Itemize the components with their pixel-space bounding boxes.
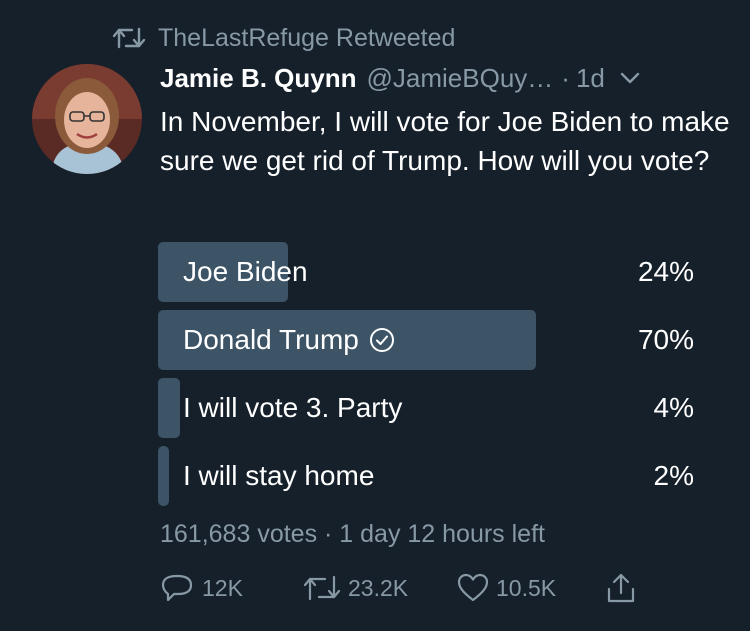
poll: Joe Biden 24% Donald Trump 70% I will vo… — [158, 242, 698, 514]
retweet-context-text: TheLastRefuge Retweeted — [158, 23, 456, 52]
poll-option-text: Donald Trump — [183, 324, 359, 355]
poll-option-text: I will vote 3. Party — [183, 392, 403, 423]
reply-count: 12K — [202, 574, 243, 601]
poll-option-label: Joe Biden — [183, 242, 308, 302]
reply-button[interactable]: 12K — [160, 568, 243, 608]
author-handle[interactable]: @JamieBQuy… — [367, 63, 554, 94]
like-count: 10.5K — [496, 574, 557, 601]
timestamp[interactable]: 1d — [576, 63, 605, 94]
poll-option-text: I will stay home — [183, 460, 375, 491]
poll-meta: 161,683 votes · 1 day 12 hours left — [160, 520, 545, 548]
retweet-count: 23.2K — [348, 574, 409, 601]
poll-option-percent: 4% — [653, 392, 694, 423]
retweet-icon — [112, 25, 146, 51]
poll-option[interactable]: Donald Trump 70% — [158, 310, 698, 370]
check-circle-icon — [369, 327, 395, 353]
share-icon — [607, 573, 635, 603]
retweet-button[interactable]: 23.2K — [302, 568, 408, 608]
poll-option[interactable]: I will vote 3. Party 4% — [158, 378, 698, 438]
heart-icon — [457, 573, 489, 602]
share-button[interactable] — [604, 568, 644, 608]
tweet-text: In November, I will vote for Joe Biden t… — [160, 106, 730, 176]
poll-option-label: I will stay home — [183, 446, 374, 506]
poll-option-label: I will vote 3. Party — [183, 378, 402, 438]
author-name[interactable]: Jamie B. Quynn — [160, 63, 357, 94]
poll-option[interactable]: I will stay home 2% — [158, 446, 698, 506]
poll-bar — [158, 378, 180, 438]
avatar[interactable] — [32, 64, 142, 174]
poll-bar — [158, 446, 169, 506]
poll-option-percent: 24% — [637, 256, 694, 287]
dot-separator: · — [561, 62, 570, 93]
retweet-context[interactable]: TheLastRefuge Retweeted — [112, 20, 455, 56]
poll-option-label: Donald Trump — [183, 310, 395, 370]
poll-option-percent: 70% — [637, 324, 694, 355]
poll-option-text: Joe Biden — [183, 256, 308, 287]
tweet-actions: 12K 23.2K 10.5K — [160, 568, 660, 608]
chevron-down-icon[interactable] — [619, 71, 641, 85]
reply-icon — [161, 574, 193, 602]
retweet-icon — [303, 575, 341, 601]
poll-option-percent: 2% — [653, 460, 694, 491]
tweet-header: Jamie B. Quynn @JamieBQuy… · 1d — [160, 58, 641, 98]
like-button[interactable]: 10.5K — [456, 568, 556, 608]
poll-option[interactable]: Joe Biden 24% — [158, 242, 698, 302]
